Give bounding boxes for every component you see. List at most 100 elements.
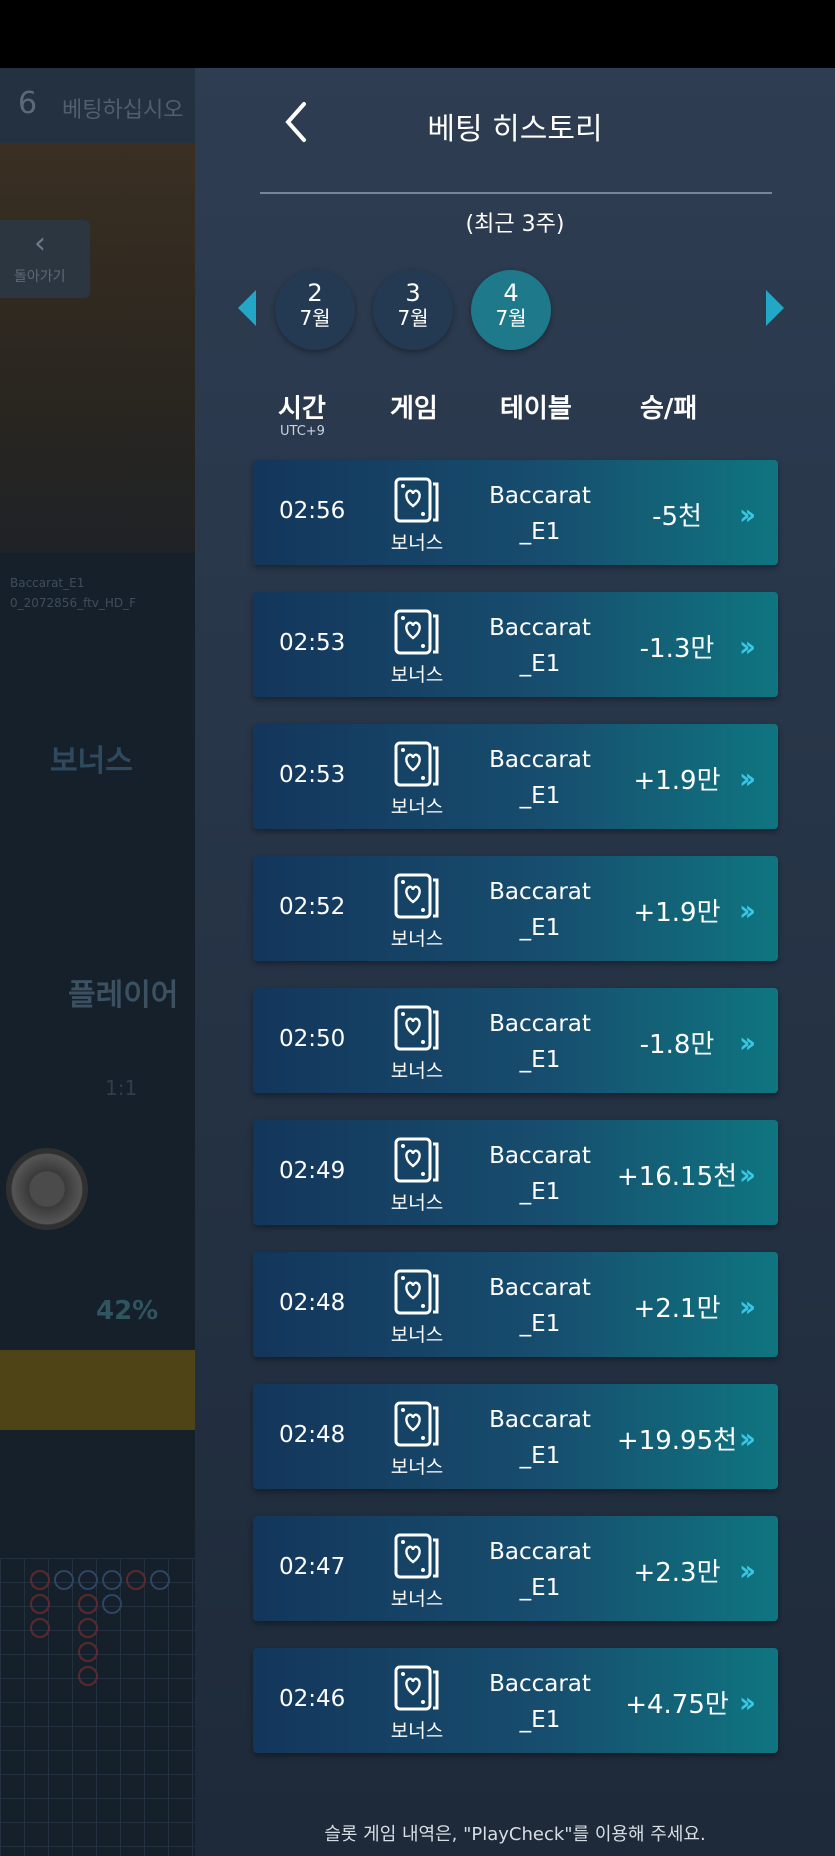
bonus-label: 보너스	[50, 744, 133, 779]
history-row[interactable]: 02:52 보너스 Baccarat _E1 +1.9만 ››	[253, 856, 778, 961]
bonus-card-icon	[393, 476, 441, 524]
date-day: 4	[503, 279, 519, 307]
divider	[260, 192, 772, 194]
row-table-id: _E1	[519, 783, 561, 809]
row-game: 보너스	[390, 928, 444, 950]
row-game: 보너스	[390, 796, 444, 818]
player-label: 플레이어	[68, 978, 179, 1013]
row-table: Baccarat _E1	[485, 1006, 595, 1078]
stream-id: 0_2072856_ftv_HD_F	[10, 596, 137, 610]
row-table-id: _E1	[519, 1443, 561, 1469]
row-time: 02:52	[279, 894, 346, 920]
period-subtitle: (최근 3주)	[465, 212, 565, 237]
road-dot	[102, 1594, 122, 1614]
date-tab-4[interactable]: 4 7월	[471, 270, 551, 350]
chevron-left-icon: ‹	[34, 226, 46, 261]
next-date-arrow-icon[interactable]	[766, 290, 784, 326]
row-time: 02:50	[279, 1026, 346, 1052]
row-table-name: Baccarat	[489, 1275, 591, 1301]
status-bar	[0, 0, 835, 68]
row-game: 보너스	[390, 1588, 444, 1610]
history-row[interactable]: 02:48 보너스 Baccarat _E1 +19.95천 ››	[253, 1384, 778, 1489]
chevron-left-icon	[285, 102, 306, 142]
double-chevron-right-icon[interactable]: ››	[739, 498, 756, 531]
row-table: Baccarat _E1	[485, 1402, 595, 1474]
row-table: Baccarat _E1	[485, 1534, 595, 1606]
double-chevron-right-icon[interactable]: ››	[739, 894, 756, 927]
table-id-label: Baccarat_E1 0_2072856_ftv_HD_F	[10, 573, 136, 613]
date-day: 2	[307, 279, 323, 307]
road-dot	[30, 1618, 50, 1638]
history-row[interactable]: 02:50 보너스 Baccarat _E1 -1.8만 ››	[253, 988, 778, 1093]
row-table: Baccarat _E1	[485, 478, 595, 550]
row-table-id: _E1	[519, 651, 561, 677]
date-tab-3[interactable]: 3 7월	[373, 270, 453, 350]
row-table: Baccarat _E1	[485, 610, 595, 682]
road-dot	[78, 1666, 98, 1686]
double-chevron-right-icon[interactable]: ››	[739, 1158, 756, 1191]
row-result: +16.15천	[616, 1162, 738, 1192]
history-row[interactable]: 02:47 보너스 Baccarat _E1 +2.3만 ››	[253, 1516, 778, 1621]
row-table: Baccarat _E1	[485, 1270, 595, 1342]
history-row[interactable]: 02:56 보너스 Baccarat _E1 -5천 ››	[253, 460, 778, 565]
date-tab-2[interactable]: 2 7월	[275, 270, 355, 350]
history-row[interactable]: 02:49 보너스 Baccarat _E1 +16.15천 ››	[253, 1120, 778, 1225]
row-table-id: _E1	[519, 1311, 561, 1337]
prev-date-arrow-icon[interactable]	[238, 290, 256, 326]
bonus-card-icon	[393, 740, 441, 788]
game-background: 6 베팅하십시오 ‹ 돌아가기 Baccarat_E1 0_2072856_ft…	[0, 68, 195, 1856]
double-chevron-right-icon[interactable]: ››	[739, 1554, 756, 1587]
row-time: 02:56	[279, 498, 346, 524]
road-dot	[30, 1594, 50, 1614]
row-game: 보너스	[390, 532, 444, 554]
row-table-id: _E1	[519, 519, 561, 545]
row-table-id: _E1	[519, 1047, 561, 1073]
row-table: Baccarat _E1	[485, 1666, 595, 1738]
row-result: +2.3만	[633, 1558, 721, 1588]
round-number: 6	[18, 86, 38, 121]
row-time: 02:53	[279, 762, 346, 788]
road-dot	[78, 1618, 98, 1638]
table-name: Baccarat_E1	[10, 576, 85, 590]
row-table-name: Baccarat	[489, 1011, 591, 1037]
double-chevron-right-icon[interactable]: ››	[739, 1422, 756, 1455]
column-header-result: 승/패	[640, 394, 698, 424]
road-dot	[78, 1594, 98, 1614]
double-chevron-right-icon[interactable]: ››	[739, 1686, 756, 1719]
bonus-card-icon	[393, 1532, 441, 1580]
road-dot	[126, 1570, 146, 1590]
double-chevron-right-icon[interactable]: ››	[739, 1026, 756, 1059]
game-back-label: 돌아가기	[14, 269, 66, 285]
road-dot	[102, 1570, 122, 1590]
page-title: 베팅 히스토리	[427, 112, 603, 147]
road-dot	[78, 1570, 98, 1590]
history-row[interactable]: 02:53 보너스 Baccarat _E1 -1.3만 ››	[253, 592, 778, 697]
history-row[interactable]: 02:48 보너스 Baccarat _E1 +2.1만 ››	[253, 1252, 778, 1357]
row-table-name: Baccarat	[489, 1671, 591, 1697]
double-chevron-right-icon[interactable]: ››	[739, 630, 756, 663]
row-time: 02:48	[279, 1422, 346, 1448]
row-game: 보너스	[390, 664, 444, 686]
bonus-card-icon	[393, 1664, 441, 1712]
bonus-card-icon	[393, 1004, 441, 1052]
double-chevron-right-icon[interactable]: ››	[739, 762, 756, 795]
row-game: 보너스	[390, 1456, 444, 1478]
double-chevron-right-icon[interactable]: ››	[739, 1290, 756, 1323]
history-row[interactable]: 02:53 보너스 Baccarat _E1 +1.9만 ››	[253, 724, 778, 829]
back-button[interactable]	[282, 100, 322, 160]
row-table-name: Baccarat	[489, 615, 591, 641]
row-table: Baccarat _E1	[485, 1138, 595, 1210]
row-result: +19.95천	[616, 1426, 738, 1456]
row-table: Baccarat _E1	[485, 874, 595, 946]
road-dot	[30, 1570, 50, 1590]
row-game: 보너스	[390, 1720, 444, 1742]
road-dot	[150, 1570, 170, 1590]
row-game: 보너스	[390, 1192, 444, 1214]
row-table-name: Baccarat	[489, 1143, 591, 1169]
row-table-name: Baccarat	[489, 747, 591, 773]
footer-note: 슬롯 게임 내역은, "PlayCheck"를 이용해 주세요.	[324, 1824, 706, 1845]
column-header-time: 시간	[278, 394, 326, 424]
row-game: 보너스	[390, 1324, 444, 1346]
history-row[interactable]: 02:46 보너스 Baccarat _E1 +4.75만 ››	[253, 1648, 778, 1753]
bonus-card-icon	[393, 608, 441, 656]
